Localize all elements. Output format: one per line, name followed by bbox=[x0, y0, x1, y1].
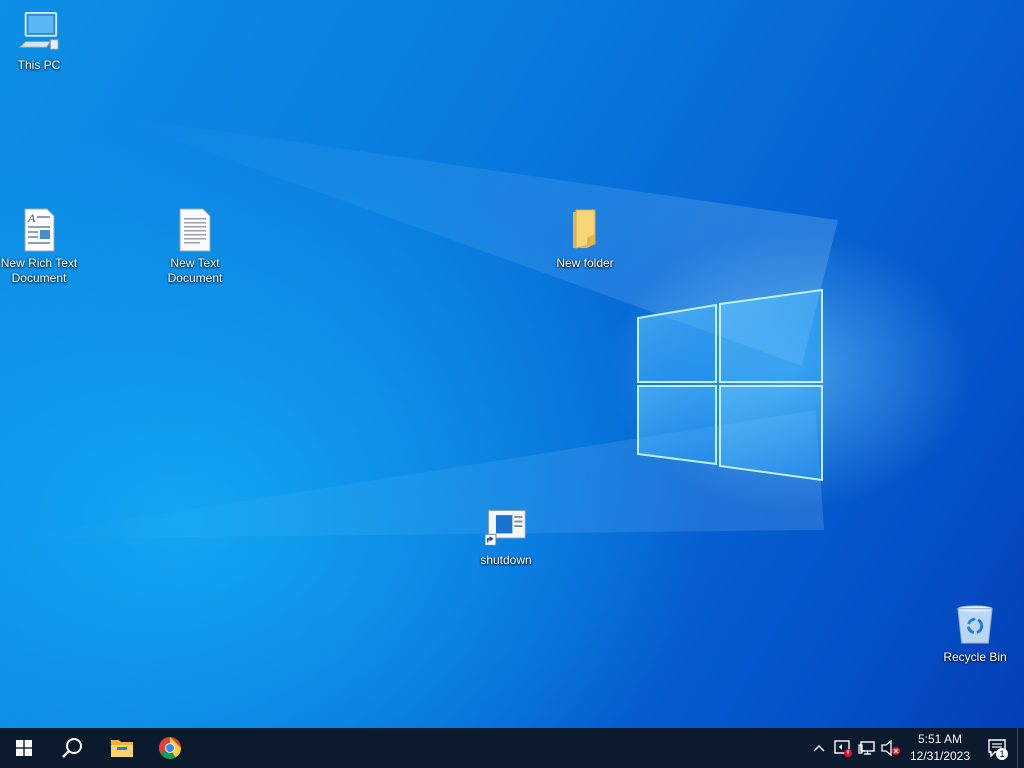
start-button[interactable] bbox=[0, 728, 48, 768]
notification-count-badge: 1 bbox=[996, 748, 1008, 760]
show-desktop-button[interactable] bbox=[1017, 728, 1024, 768]
chrome-icon bbox=[159, 737, 181, 759]
tray-volume-button[interactable] bbox=[879, 728, 903, 768]
desktop-icon-label: shutdown bbox=[480, 553, 532, 567]
desktop-icon-recycle-bin[interactable]: Recycle Bin bbox=[933, 602, 1017, 665]
folder-icon bbox=[111, 740, 133, 757]
desktop-icon-new-text-document[interactable]: New Text Document bbox=[153, 208, 237, 286]
tray-network-button[interactable] bbox=[855, 728, 879, 768]
volume-muted-icon bbox=[881, 740, 900, 756]
text-document-icon bbox=[174, 208, 216, 252]
computer-icon bbox=[18, 10, 60, 54]
clock-time: 5:51 AM bbox=[917, 732, 963, 746]
desktop-icon-label: New Rich Text Document bbox=[0, 256, 78, 285]
desktop-icon-new-folder[interactable]: New folder bbox=[543, 208, 627, 271]
windows-start-icon bbox=[16, 740, 32, 756]
desktop-icon-new-rich-text-document[interactable]: A New Rich Text Document bbox=[0, 208, 81, 286]
clock-date: 12/31/2023 bbox=[909, 749, 971, 763]
security-warning-icon bbox=[834, 740, 852, 757]
rich-text-document-icon: A bbox=[18, 208, 60, 252]
desktop-icon-label: This PC bbox=[17, 58, 61, 72]
taskbar-app-file-explorer[interactable] bbox=[98, 728, 146, 768]
taskbar: 5:51 AM 12/31/2023 1 bbox=[0, 728, 1024, 768]
shortcut-icon bbox=[485, 505, 527, 549]
network-icon bbox=[858, 741, 875, 755]
svg-text:A: A bbox=[27, 211, 36, 225]
chevron-up-icon bbox=[813, 745, 825, 752]
desktop-icon-this-pc[interactable]: This PC bbox=[0, 10, 81, 73]
taskbar-app-chrome[interactable] bbox=[146, 728, 194, 768]
show-hidden-icons-button[interactable] bbox=[807, 728, 831, 768]
desktop[interactable]: This PC A New Rich Text Document New Tex… bbox=[0, 0, 1024, 728]
system-tray: 5:51 AM 12/31/2023 1 bbox=[807, 728, 1024, 768]
desktop-icon-label: Recycle Bin bbox=[943, 650, 1007, 664]
desktop-icon-shutdown[interactable]: shutdown bbox=[464, 505, 548, 568]
windows-logo-wallpaper bbox=[637, 288, 823, 482]
action-center-button[interactable]: 1 bbox=[977, 728, 1017, 768]
folder-icon bbox=[564, 208, 606, 252]
search-button[interactable] bbox=[48, 728, 96, 768]
recycle-bin-icon bbox=[954, 602, 996, 646]
search-icon bbox=[62, 738, 82, 758]
desktop-icon-label: New folder bbox=[556, 256, 614, 270]
desktop-icon-label: New Text Document bbox=[167, 256, 223, 285]
taskbar-clock[interactable]: 5:51 AM 12/31/2023 bbox=[903, 728, 977, 768]
tray-security-button[interactable] bbox=[831, 728, 855, 768]
